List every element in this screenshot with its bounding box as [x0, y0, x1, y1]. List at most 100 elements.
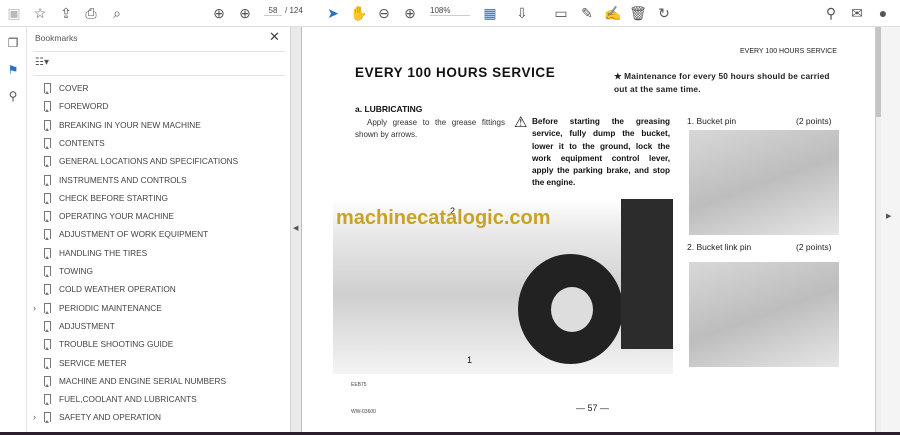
bookmark-label: FUEL,COOLANT AND LUBRICANTS [59, 394, 197, 405]
bookmark-label: SAFETY AND OPERATION [59, 412, 162, 423]
delete-icon[interactable]: 🗑 [629, 4, 647, 22]
bookmark-label: FOREWORD [59, 101, 109, 112]
left-tool-rail: ❐ ⚑ ⚲ [0, 27, 27, 432]
bookmark-icon [44, 394, 51, 406]
bookmark-label: PERIODIC MAINTENANCE [59, 302, 162, 313]
save-icon[interactable]: ▣ [5, 4, 23, 22]
bookmark-label: OPERATING YOUR MACHINE [59, 211, 174, 222]
bookmark-item[interactable]: COVER [27, 79, 290, 97]
bucket-pin-photo [689, 130, 839, 235]
page-input[interactable]: 58 [264, 6, 282, 16]
share-link-icon[interactable]: ⚲ [822, 4, 840, 22]
bookmark-label: ADJUSTMENT OF WORK EQUIPMENT [59, 229, 209, 240]
bookmarks-title: Bookmarks [35, 33, 78, 43]
bookmark-label: CONTENTS [59, 137, 105, 148]
figure-code: EEB75 [351, 382, 367, 388]
bookmark-item[interactable]: HANDLING THE TIRES [27, 244, 290, 262]
bookmark-label: ADJUSTMENT [59, 320, 115, 331]
item1-label: 1. Bucket pin [687, 116, 737, 126]
expand-right-pane-icon[interactable]: ▶ [886, 212, 891, 220]
hand-icon[interactable]: ✋ [350, 4, 368, 22]
bookmark-icon [44, 302, 51, 314]
bookmark-item[interactable]: › PERIODIC MAINTENANCE [27, 299, 290, 317]
scroll-mode-icon[interactable]: ⇩ [513, 4, 531, 22]
account-icon[interactable]: ● [874, 4, 892, 22]
bookmark-item[interactable]: ADJUSTMENT OF WORK EQUIPMENT [27, 225, 290, 243]
sign-icon[interactable]: ✍ [604, 4, 622, 22]
print-icon[interactable]: ⎙ [82, 4, 100, 22]
item1-points: (2 points) [796, 116, 832, 126]
bookmark-icon [44, 229, 51, 241]
panel-splitter[interactable]: ◀ [290, 27, 302, 432]
fit-page-icon[interactable]: ▦ [481, 4, 499, 22]
bookmark-icon [44, 284, 51, 296]
bookmark-options-icon[interactable]: ☷▾ [35, 57, 49, 68]
bookmark-icon [44, 101, 51, 113]
bookmark-label: CHECK BEFORE STARTING [59, 192, 168, 203]
running-header: EVERY 100 HOURS SERVICE [740, 48, 837, 55]
bookmark-icon [44, 119, 51, 131]
bookmark-panel-icon[interactable]: ⚑ [5, 63, 21, 79]
bookmark-icon [44, 137, 51, 149]
page-up-icon[interactable]: ⊕ [210, 4, 228, 22]
page-number: — 57 — [576, 403, 610, 413]
bookmark-item[interactable]: COLD WEATHER OPERATION [27, 280, 290, 298]
bookmarks-panel: Bookmarks ✕ ☷▾ COVER FOREWORD BREAKING IN … [27, 27, 290, 432]
bookmark-item[interactable]: OPERATING YOUR MACHINE [27, 207, 290, 225]
bookmark-item[interactable]: SERVICE METER [27, 354, 290, 372]
expand-chevron-icon[interactable]: › [33, 299, 36, 317]
bookmark-label: BREAKING IN YOUR NEW MACHINE [59, 119, 201, 130]
bookmark-item[interactable]: INSTRUMENTS AND CONTROLS [27, 171, 290, 189]
expand-chevron-icon[interactable]: › [33, 408, 36, 426]
close-icon[interactable]: ✕ [269, 29, 280, 45]
bookmark-icon [44, 192, 51, 204]
bookmark-item[interactable]: CONTENTS [27, 134, 290, 152]
attachment-icon[interactable]: ⚲ [5, 89, 21, 105]
bookmark-item[interactable]: GENERAL LOCATIONS AND SPECIFICATIONS [27, 152, 290, 170]
bookmark-icon [44, 211, 51, 223]
bookmark-item[interactable]: › SAFETY AND OPERATION [27, 408, 290, 426]
email-icon[interactable]: ✉ [848, 4, 866, 22]
zoom-in-icon[interactable]: ⊕ [401, 4, 419, 22]
bookmark-item[interactable]: TROUBLE SHOOTING GUIDE [27, 335, 290, 353]
select-cursor-icon[interactable]: ➤ [324, 4, 342, 22]
pages-thumbnail-icon[interactable]: ❐ [5, 36, 21, 52]
zoom-out-icon[interactable]: ⊖ [375, 4, 393, 22]
bookmark-icon [44, 412, 51, 424]
bookmark-icon [44, 156, 51, 168]
section-heading: a. LUBRICATING [355, 104, 423, 114]
cloud-upload-icon[interactable]: ⇪ [57, 4, 75, 22]
bookmark-item[interactable]: FUEL,COOLANT AND LUBRICANTS [27, 390, 290, 408]
bookmark-item[interactable]: ADJUSTMENT [27, 317, 290, 335]
rotate-icon[interactable]: ↻ [655, 4, 673, 22]
bookmark-label: HANDLING THE TIRES [59, 247, 148, 258]
footer-code: WW-03600 [351, 409, 376, 415]
search-icon[interactable]: ⌕ [108, 4, 126, 22]
bookmark-item[interactable]: FOREWORD [27, 97, 290, 115]
bookmark-item[interactable]: TOWING [27, 262, 290, 280]
bookmark-item[interactable]: BREAKING IN YOUR NEW MACHINE [27, 116, 290, 134]
intro-text: Apply grease to the grease fittings show… [355, 118, 505, 139]
comment-icon[interactable]: ▭ [552, 4, 570, 22]
collapse-panel-icon[interactable]: ◀ [293, 224, 298, 232]
warning-icon: ⚠ [514, 114, 528, 131]
bookmark-icon [44, 174, 51, 186]
zoom-select[interactable]: 108% [430, 6, 470, 16]
callout-1: 1 [467, 355, 473, 365]
page-down-icon[interactable]: ⊕ [236, 4, 254, 22]
star-icon[interactable]: ☆ [31, 4, 49, 22]
right-pane-rail: ▶ [881, 27, 900, 432]
bookmark-item[interactable]: CHECK BEFORE STARTING [27, 189, 290, 207]
bookmark-label: TROUBLE SHOOTING GUIDE [59, 339, 174, 350]
highlight-pen-icon[interactable]: ✎ [578, 4, 596, 22]
bucket-link-pin-photo [689, 262, 839, 367]
bookmark-item[interactable]: MACHINE AND ENGINE SERIAL NUMBERS [27, 372, 290, 390]
page-total: / 124 [285, 6, 303, 15]
toolbar: ▣ ☆ ⇪ ⎙ ⌕ ⊕ ⊕ 58 / 124 ➤ ✋ ⊖ ⊕ 108% ▦ ⇩ … [0, 0, 900, 27]
bookmark-label: COLD WEATHER OPERATION [59, 284, 176, 295]
bookmark-label: GENERAL LOCATIONS AND SPECIFICATIONS [59, 156, 239, 167]
page-title: EVERY 100 HOURS SERVICE [355, 65, 556, 80]
warning-text: Before starting the greasing service, fu… [532, 117, 670, 188]
bookmark-icon [44, 266, 51, 277]
watermark: machinecatalogic.com [336, 207, 551, 229]
